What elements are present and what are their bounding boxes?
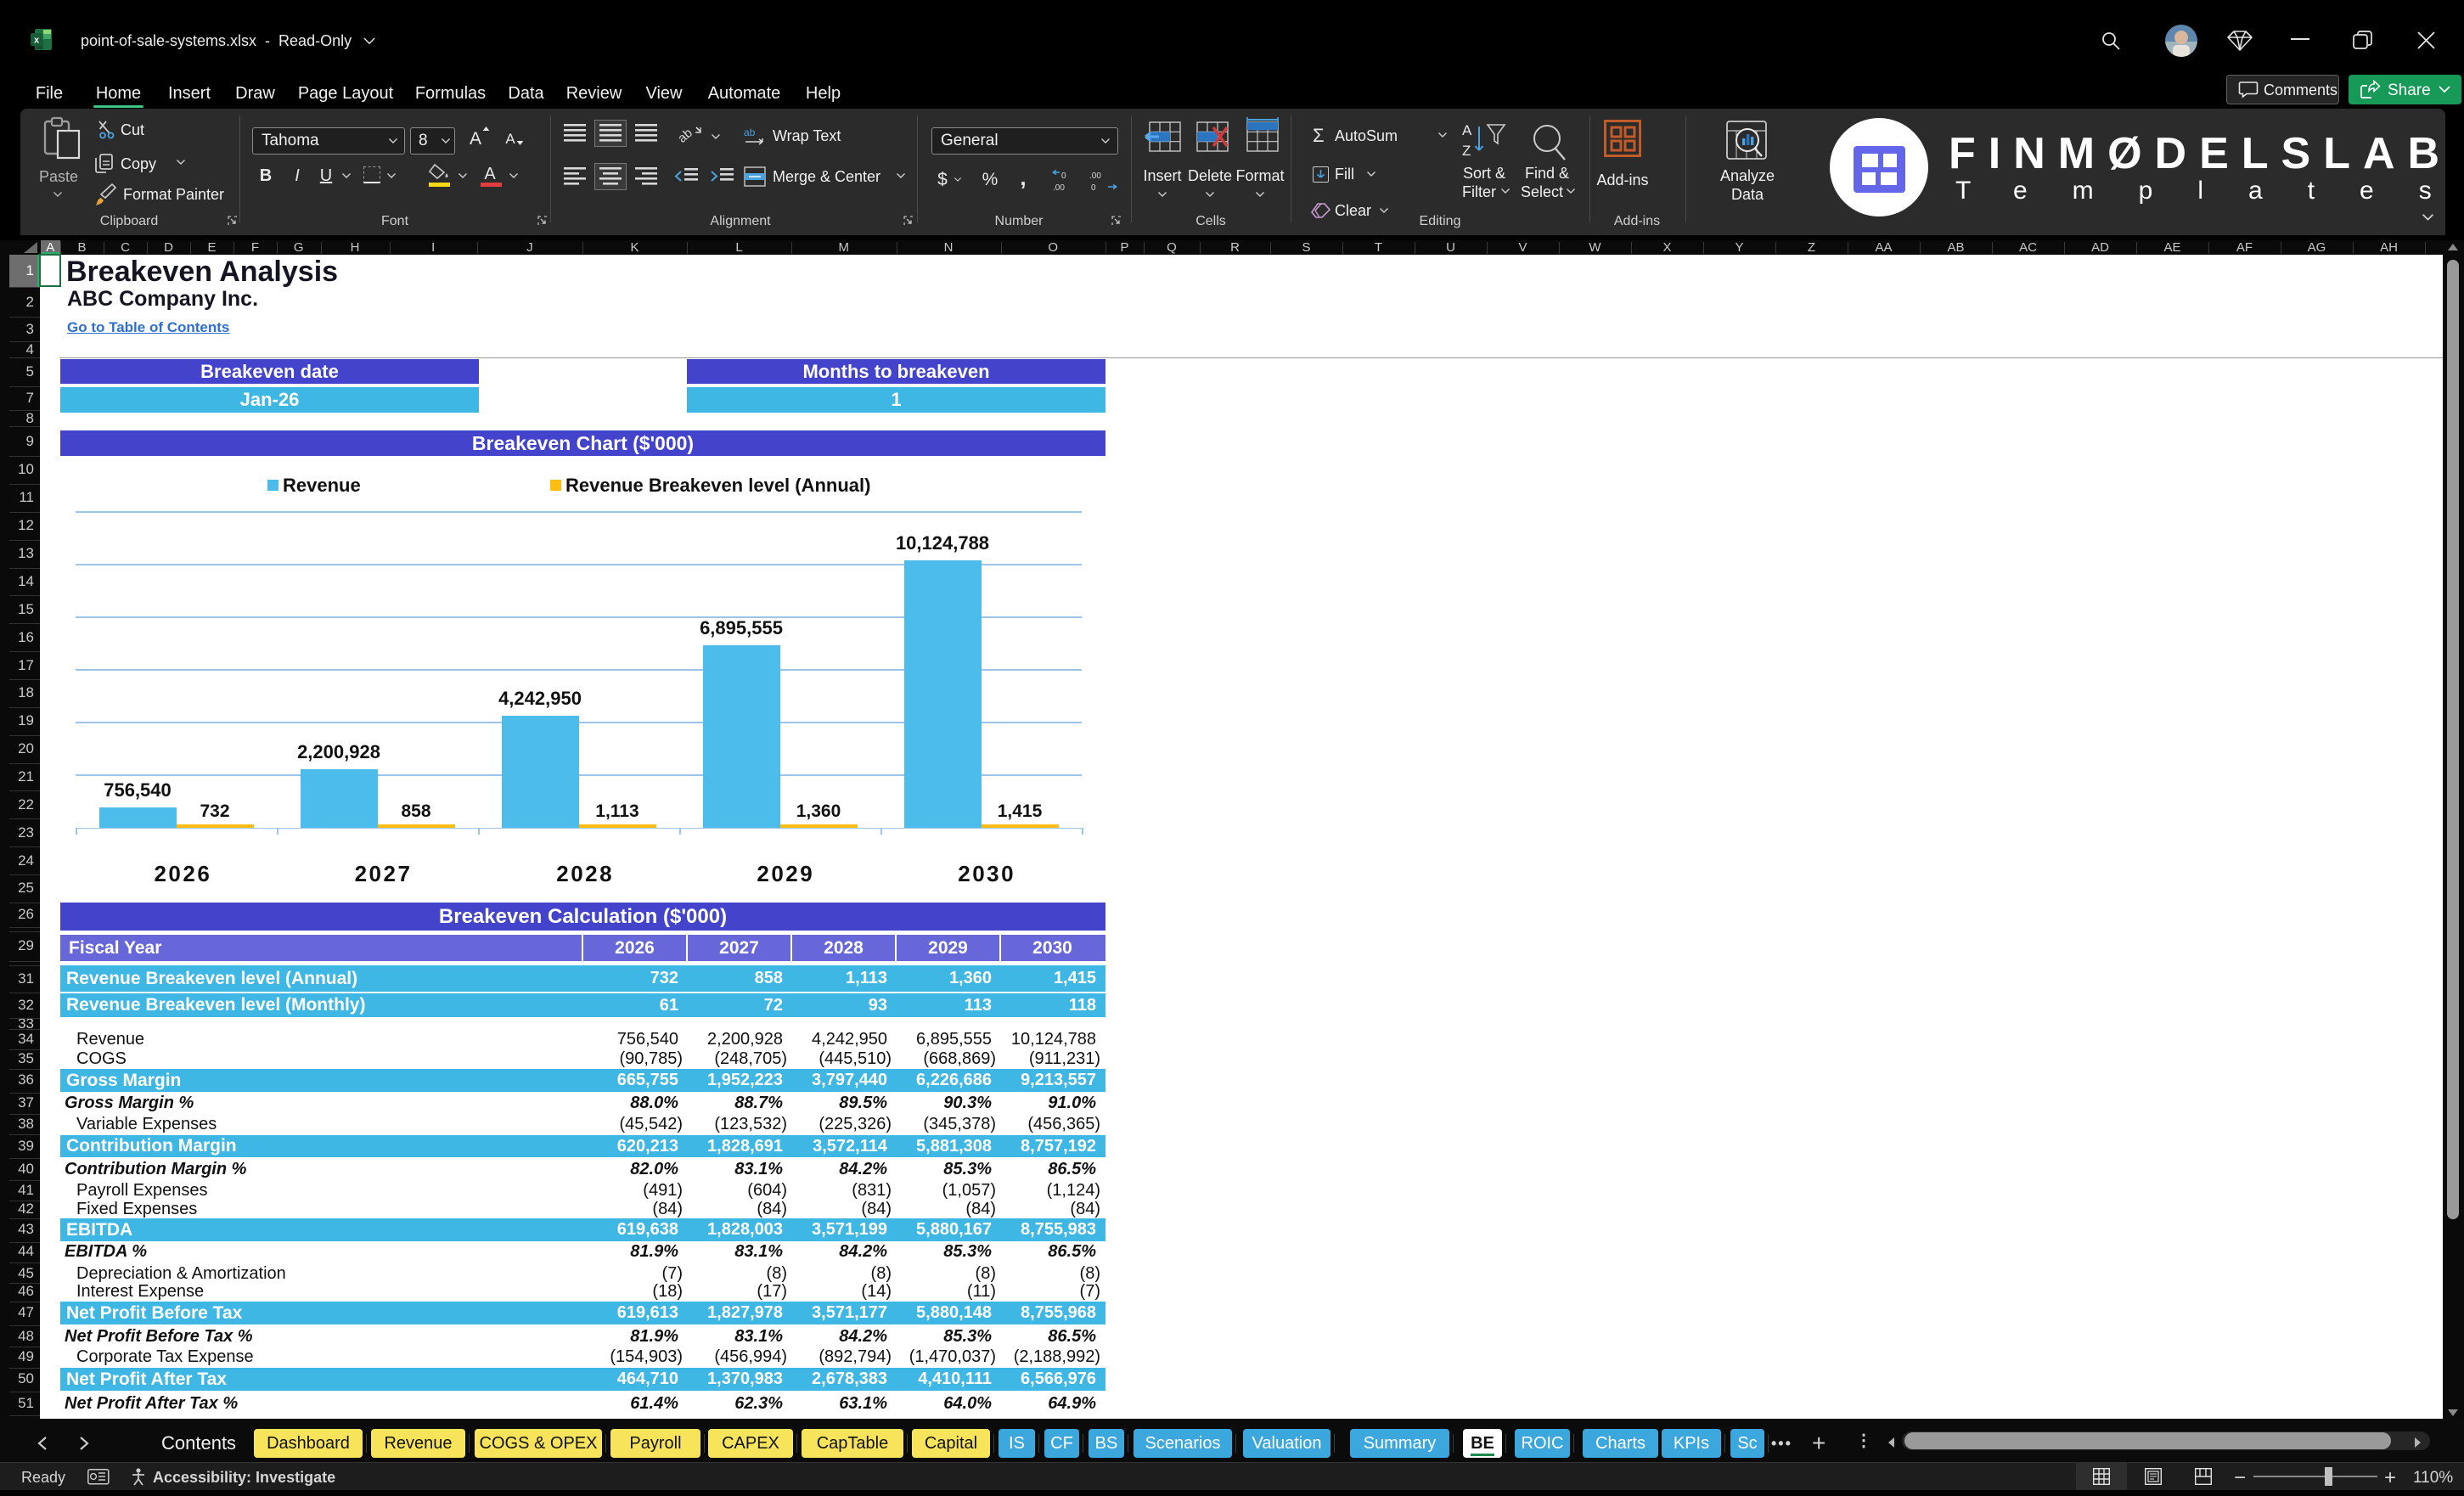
svg-text:.00: .00 bbox=[1089, 172, 1101, 181]
svg-text:Z: Z bbox=[1462, 143, 1471, 159]
svg-text:A: A bbox=[1462, 122, 1472, 138]
svg-text:0: 0 bbox=[1091, 183, 1096, 193]
svg-text:x: x bbox=[34, 36, 40, 46]
svg-text:0: 0 bbox=[1061, 172, 1066, 181]
svg-text:.00: .00 bbox=[1053, 183, 1065, 193]
svg-text:ab: ab bbox=[744, 127, 756, 138]
